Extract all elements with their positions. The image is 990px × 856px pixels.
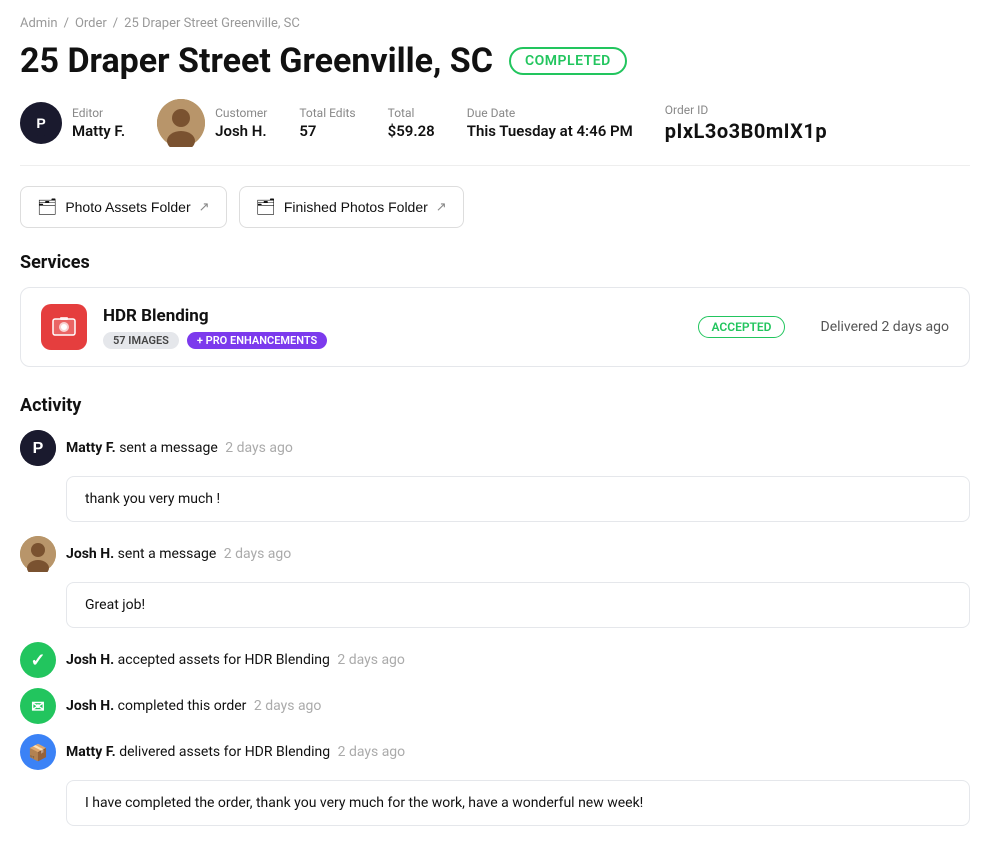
message-bubble-1: thank you very much ! <box>66 476 970 522</box>
svg-text:P: P <box>33 440 44 457</box>
order-id-value: pIxL3o3B0mIX1p <box>665 119 827 143</box>
activity-actor-5: Matty F. <box>66 744 116 760</box>
activity-actor-1: Matty F. <box>66 440 116 456</box>
order-id-label: Order ID <box>665 103 827 117</box>
order-id-block: Order ID pIxL3o3B0mIX1p <box>665 103 827 143</box>
customer-name: Josh H. <box>215 122 267 140</box>
activity-item: P Matty F. sent a message 2 days ago <box>20 430 970 466</box>
services-section: Services HDR Blending 57 IMAGES + PRO EN… <box>20 252 970 367</box>
pro-tag: + PRO ENHANCEMENTS <box>187 332 327 349</box>
service-info: HDR Blending 57 IMAGES + PRO ENHANCEMENT… <box>103 306 682 349</box>
activity-time-3: 2 days ago <box>337 652 405 668</box>
total-edits-block: Total Edits 57 <box>299 106 355 140</box>
breadcrumb-order[interactable]: Order <box>75 16 107 31</box>
activity-action-4: completed this order <box>118 698 247 714</box>
activity-text-5: Matty F. delivered assets for HDR Blendi… <box>66 744 405 760</box>
activity-avatar-josh-1 <box>20 536 56 572</box>
activity-time-2: 2 days ago <box>224 546 292 562</box>
due-date-value: This Tuesday at 4:46 PM <box>467 122 633 140</box>
activity-item-5: 📦 Matty F. delivered assets for HDR Blen… <box>20 734 970 770</box>
activity-avatar-matty-1: P <box>20 430 56 466</box>
activity-action-3: accepted assets for HDR Blending <box>118 652 330 668</box>
activity-action-5: delivered assets for HDR Blending <box>119 744 330 760</box>
message-bubble-2: Great job! <box>66 582 970 628</box>
images-tag: 57 IMAGES <box>103 332 179 349</box>
service-delivery: Delivered 2 days ago <box>821 319 949 335</box>
activity-avatar-bluebox: 📦 <box>20 734 56 770</box>
total-value: $59.28 <box>388 122 435 140</box>
editor-block: P Editor Matty F. <box>20 102 125 144</box>
editor-avatar: P <box>20 102 62 144</box>
activity-item-3: ✓ Josh H. accepted assets for HDR Blendi… <box>20 642 970 678</box>
activity-avatar-greenmsg: ✉ <box>20 688 56 724</box>
service-card: HDR Blending 57 IMAGES + PRO ENHANCEMENT… <box>20 287 970 367</box>
box-icon: 📦 <box>28 743 48 762</box>
editor-label: Editor <box>72 106 125 120</box>
page-title: 25 Draper Street Greenville, SC <box>20 41 493 81</box>
due-date-block: Due Date This Tuesday at 4:46 PM <box>467 106 633 140</box>
activity-actor-2: Josh H. <box>66 546 114 562</box>
activity-text-3: Josh H. accepted assets for HDR Blending… <box>66 652 405 668</box>
external-link-icon-2: ↗ <box>436 199 447 215</box>
activity-text-2: Josh H. sent a message 2 days ago <box>66 546 291 562</box>
customer-block: Customer Josh H. <box>157 99 267 147</box>
service-icon-box <box>41 304 87 350</box>
activity-section: Activity P Matty F. sent a message 2 day… <box>20 395 970 826</box>
activity-item-2: Josh H. sent a message 2 days ago <box>20 536 970 572</box>
photo-assets-folder-button[interactable]: 🗂 Photo Assets Folder ↗ <box>20 186 227 228</box>
total-label: Total <box>388 106 435 120</box>
meta-row: P Editor Matty F. Customer Josh H. Total… <box>20 99 970 166</box>
status-badge: COMPLETED <box>509 47 627 75</box>
activity-time-4: 2 days ago <box>254 698 322 714</box>
customer-label: Customer <box>215 106 267 120</box>
due-date-label: Due Date <box>467 106 633 120</box>
editor-name: Matty F. <box>72 122 125 140</box>
activity-action-2: sent a message <box>118 546 217 562</box>
finished-photos-folder-button[interactable]: 🗂 Finished Photos Folder ↗ <box>239 186 464 228</box>
service-tags: 57 IMAGES + PRO ENHANCEMENTS <box>103 332 682 349</box>
total-edits-value: 57 <box>299 122 355 140</box>
services-title: Services <box>20 252 970 273</box>
check-icon: ✓ <box>30 650 45 671</box>
svg-text:P: P <box>36 115 45 131</box>
message-bubble-5: I have completed the order, thank you ve… <box>66 780 970 826</box>
activity-time-5: 2 days ago <box>338 744 406 760</box>
folder-icon: 🗂 <box>37 197 57 217</box>
activity-time-1: 2 days ago <box>225 440 293 456</box>
service-name: HDR Blending <box>103 306 682 326</box>
folder-icon-2: 🗂 <box>256 197 276 217</box>
folder-buttons: 🗂 Photo Assets Folder ↗ 🗂 Finished Photo… <box>20 186 970 228</box>
breadcrumb-current: 25 Draper Street Greenville, SC <box>124 16 300 31</box>
external-link-icon: ↗ <box>199 199 210 215</box>
total-edits-label: Total Edits <box>299 106 355 120</box>
breadcrumb: Admin / Order / 25 Draper Street Greenvi… <box>20 16 970 31</box>
activity-avatar-greencheck: ✓ <box>20 642 56 678</box>
message-icon: ✉ <box>31 697 44 716</box>
finished-photos-label: Finished Photos Folder <box>284 199 428 215</box>
activity-text-4: Josh H. completed this order 2 days ago <box>66 698 321 714</box>
activity-item-4: ✉ Josh H. completed this order 2 days ag… <box>20 688 970 724</box>
customer-avatar <box>157 99 205 147</box>
total-block: Total $59.28 <box>388 106 435 140</box>
page-title-row: 25 Draper Street Greenville, SC COMPLETE… <box>20 41 970 81</box>
photo-assets-label: Photo Assets Folder <box>65 199 190 215</box>
breadcrumb-admin[interactable]: Admin <box>20 16 58 31</box>
activity-action-1: sent a message <box>119 440 218 456</box>
activity-actor-4: Josh H. <box>66 698 114 714</box>
activity-text-1: Matty F. sent a message 2 days ago <box>66 440 293 456</box>
activity-actor-3: Josh H. <box>66 652 114 668</box>
activity-title: Activity <box>20 395 970 416</box>
service-status-badge: ACCEPTED <box>698 316 784 338</box>
